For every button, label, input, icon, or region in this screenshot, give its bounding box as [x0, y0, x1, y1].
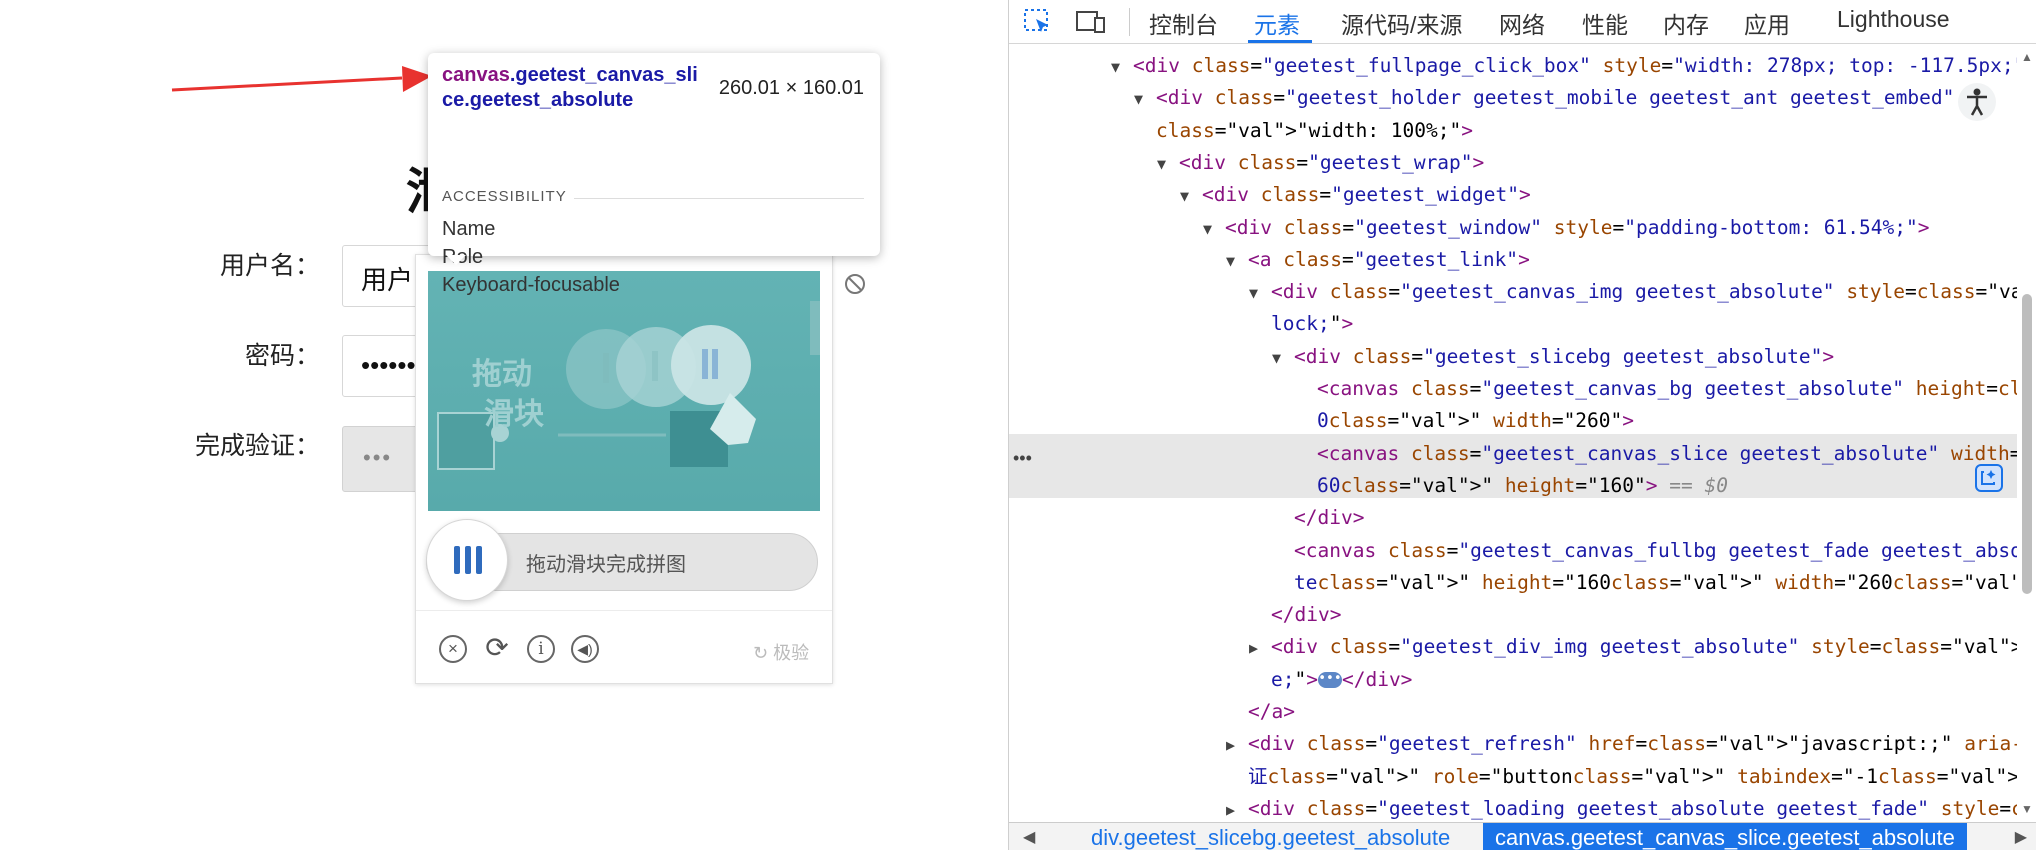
elements-tree[interactable]: ••• ▼ <div class="geetest_fullpage_click_… — [1009, 44, 2017, 822]
tree-scrollbar[interactable]: ▲ ▼ — [2017, 44, 2036, 822]
tree-line[interactable]: ▼ <div class="geetest_slicebg geetest_abs… — [1272, 341, 1834, 374]
crumb-scroll-right-icon[interactable]: ▶ — [2015, 827, 2027, 847]
tooltip-section: ACCESSIBILITY — [442, 188, 567, 205]
red-arrow-annotation — [171, 66, 432, 92]
tab-2[interactable]: 源代码/来源 — [1341, 6, 1462, 40]
tree-line[interactable]: <canvas class="geetest_canvas_slice geet… — [1295, 438, 2017, 470]
tooltip-selector: canvas.geetest_canvas_slice.geetest_abso… — [442, 63, 706, 113]
tree-line[interactable]: ▼ <div class="geetest_holder geetest_mobi… — [1134, 82, 1990, 115]
tree-line[interactable]: 证class="val">" role="buttonclass="val">"… — [1248, 761, 2017, 793]
tree-line[interactable]: </div> — [1271, 599, 1341, 631]
brand-label[interactable]: ↻ 极验 — [753, 639, 809, 665]
tab-1[interactable]: 元素 — [1254, 6, 1300, 40]
tooltip-name: Name — [442, 218, 496, 240]
tab-4[interactable]: 性能 — [1582, 6, 1628, 40]
tree-line[interactable]: teclass="val">" height="160class="val">"… — [1294, 567, 2017, 599]
devtools-panel: 控制台 元素 源代码/来源 网络 性能 内存 应用 Lighthouse ••• ▼ <div … — [1008, 0, 2036, 850]
tab-5[interactable]: 内存 — [1663, 6, 1709, 40]
slider-handle[interactable] — [426, 519, 508, 601]
tooltip-focusable: Keyboard-focusable — [442, 274, 620, 296]
inspect-element-icon[interactable] — [1023, 8, 1053, 36]
captcha-label: 完成验证： — [194, 432, 320, 460]
audio-icon[interactable]: ◀) — [571, 635, 599, 663]
tree-line[interactable]: ▼ <div class="geetest_wrap"> — [1157, 147, 1484, 180]
canvas-text-1: 拖动 — [472, 358, 532, 391]
tree-line[interactable]: <canvas class="geetest_canvas_bg geetest… — [1295, 373, 2017, 405]
tree-line[interactable]: e;">•••</div> — [1271, 664, 1412, 696]
device-toolbar-icon[interactable] — [1075, 8, 1107, 36]
breadcrumb-item-canvas[interactable]: canvas.geetest_canvas_slice.geetest_abso… — [1483, 823, 1967, 850]
tree-line[interactable]: </div> — [1294, 502, 1364, 534]
slider-hint: 拖动滑块完成拼图 — [526, 554, 686, 576]
captcha-dots: ••• — [363, 445, 393, 470]
tooltip-tag: canvas — [442, 64, 510, 86]
node-actions-icon[interactable]: ••• — [1013, 442, 1032, 474]
password-label: 密码： — [244, 342, 320, 370]
tree-line[interactable]: </a> — [1248, 696, 1295, 728]
tree-line[interactable]: ▶ <div class="geetest_div_img geetest_abs… — [1249, 631, 2017, 664]
tree-line[interactable]: <canvas class="geetest_canvas_fullbg gee… — [1272, 535, 2017, 567]
info-icon[interactable]: i — [527, 635, 555, 663]
canvas-text-2: 滑块 — [484, 398, 544, 431]
captcha-canvas[interactable]: 拖动 滑块 — [428, 271, 820, 511]
tree-line[interactable]: ▼ <div class="geetest_window" style="padd… — [1203, 212, 1929, 245]
tree-line[interactable]: ▼ <a class="geetest_link"> — [1226, 244, 1530, 277]
widget-divider — [416, 610, 832, 611]
web-page: 泄 用户名： 用户 密码： •••••• 完成验证： ••• — [0, 0, 1008, 850]
tab-7[interactable]: Lighthouse — [1837, 6, 1950, 33]
tab-3[interactable]: 网络 — [1499, 6, 1545, 40]
captcha-widget: 拖动 滑块 拖动滑块完成拼图 × ⟳ i ◀) ↻ 极验 — [415, 254, 833, 684]
tree-line[interactable]: ▼ <div class="geetest_canvas_img geetest_… — [1249, 276, 2017, 309]
tree-line[interactable]: lock;"> — [1271, 308, 1353, 340]
accessibility-icon[interactable] — [1957, 82, 1997, 122]
breadcrumb-item-div[interactable]: div.geetest_slicebg.geetest_absolute — [1079, 823, 1462, 850]
active-tab-underline — [1248, 40, 1312, 43]
screen: 泄 用户名： 用户 密码： •••••• 完成验证： ••• — [0, 0, 2036, 850]
crumb-scroll-left-icon[interactable]: ◀ — [1023, 827, 1035, 847]
tree-line[interactable]: ▼ <div class="geetest_fullpage_click_box"… — [1111, 50, 2017, 83]
tab-6[interactable]: 应用 — [1744, 6, 1790, 40]
close-icon[interactable]: × — [439, 635, 467, 663]
devtools-tabbar: 控制台 元素 源代码/来源 网络 性能 内存 应用 Lighthouse — [1009, 0, 2036, 44]
not-focusable-icon — [845, 274, 865, 294]
tree-line[interactable]: ▶ <div class="geetest_loading geetest_abs… — [1226, 793, 2017, 822]
tree-line[interactable]: class="val">"width: 100%;"> — [1156, 115, 1473, 147]
tree-line[interactable]: 60class="val">" height="160"> == $0 — [1317, 470, 1728, 502]
breadcrumb: ◀ div.geetest_slicebg.geetest_absolute c… — [1009, 822, 2036, 850]
tab-0[interactable]: 控制台 — [1149, 6, 1218, 40]
tooltip-size: 260.01 × 160.01 — [718, 77, 864, 99]
brand-text: 极验 — [773, 643, 810, 663]
tree-line[interactable]: ▼ <div class="geetest_widget"> — [1180, 179, 1531, 212]
refresh-icon[interactable]: ⟳ — [483, 634, 511, 663]
tree-line[interactable]: ▶ <div class="geetest_refresh" href=class… — [1226, 728, 2017, 761]
tree-line[interactable]: 0class="val">" width="260"> — [1317, 405, 1634, 437]
username-label: 用户名： — [219, 252, 320, 280]
inspect-tooltip: canvas.geetest_canvas_slice.geetest_abso… — [428, 53, 880, 296]
captcha-button[interactable]: ••• — [342, 426, 422, 492]
